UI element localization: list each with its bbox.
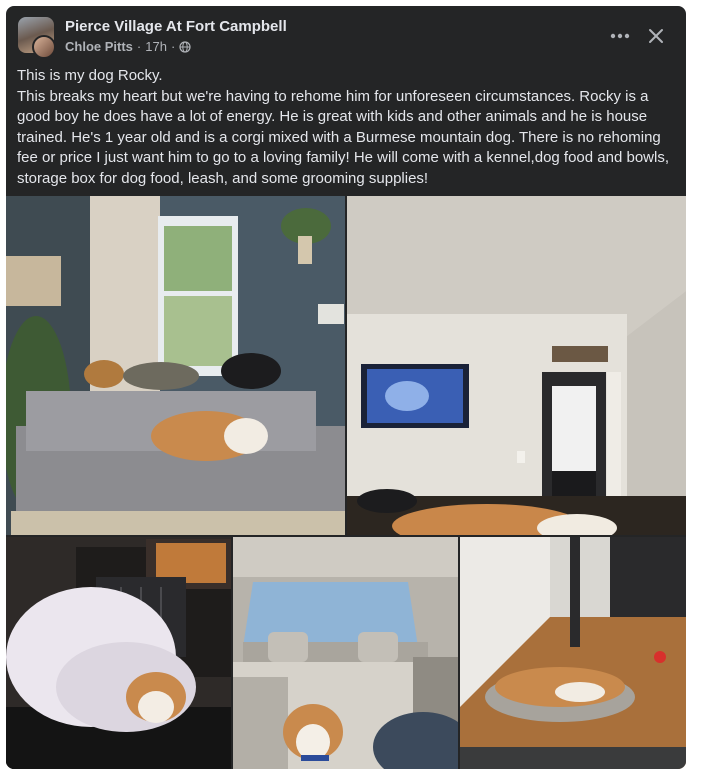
photo-living-room-tv-image	[347, 196, 686, 535]
photo-grid	[6, 196, 686, 769]
post-card: Pierce Village At Fort Campbell Chloe Pi…	[6, 6, 686, 769]
photo-living-room-tv[interactable]	[347, 196, 686, 535]
group-name-link[interactable]: Pierce Village At Fort Campbell	[65, 18, 287, 35]
more-horizontal-icon[interactable]	[604, 22, 636, 50]
post-timestamp[interactable]: 17h	[145, 39, 167, 54]
globe-icon	[179, 40, 191, 53]
photo-dog-in-car-image	[233, 537, 458, 769]
post-body: This is my dog Rocky. This breaks my hea…	[17, 66, 677, 189]
photo-dogs-on-couch[interactable]	[6, 196, 345, 535]
group-avatar[interactable]	[18, 17, 56, 59]
photo-dog-under-blanket[interactable]	[6, 537, 231, 769]
post-header: Pierce Village At Fort Campbell Chloe Pi…	[6, 6, 686, 66]
meta-separator: ·	[170, 39, 176, 54]
author-name-link[interactable]: Chloe Pitts	[65, 39, 133, 54]
photo-dogs-on-couch-image	[6, 196, 345, 535]
post-text-body: This breaks my heart but we're having to…	[17, 87, 669, 187]
meta-separator: ·	[136, 39, 142, 54]
close-icon[interactable]	[640, 22, 672, 50]
photo-dog-in-car[interactable]	[233, 537, 458, 769]
photo-dog-on-bed-image	[460, 537, 686, 769]
photo-dog-on-bed[interactable]	[460, 537, 686, 769]
post-meta: Chloe Pitts · 17h ·	[65, 39, 191, 54]
photo-dog-under-blanket-image	[6, 537, 231, 769]
author-avatar[interactable]	[32, 35, 56, 59]
post-text-line1: This is my dog Rocky.	[17, 67, 163, 84]
